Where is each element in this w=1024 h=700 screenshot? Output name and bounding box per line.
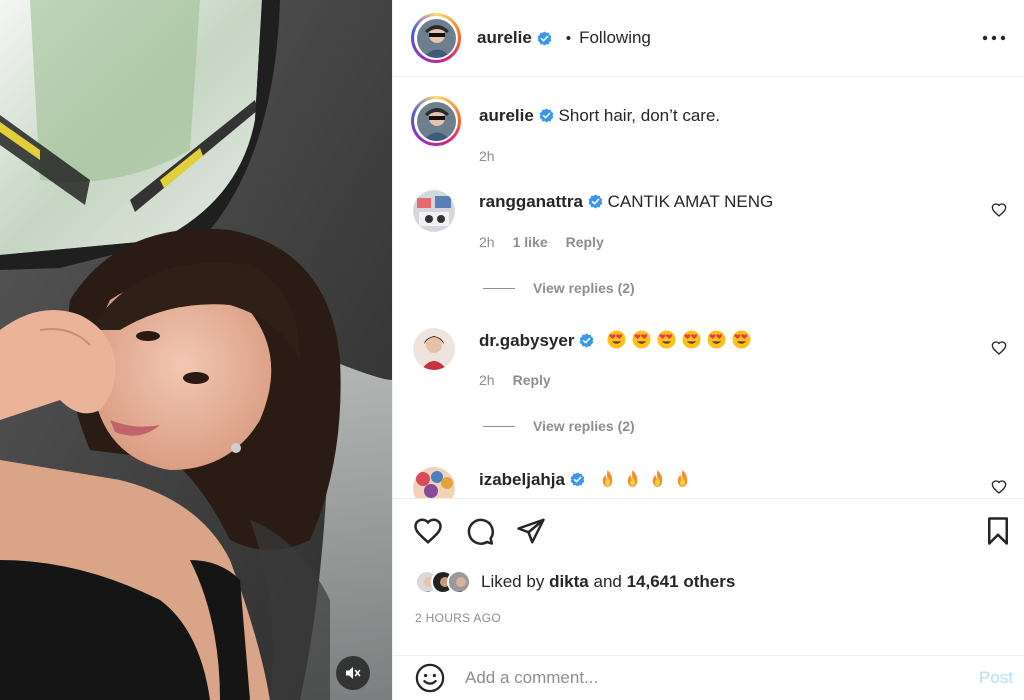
like-comment-heart-icon[interactable] <box>991 202 1007 218</box>
verified-badge-icon <box>570 472 585 487</box>
mute-button[interactable] <box>336 656 370 690</box>
heart-eyes-emoji <box>682 330 701 349</box>
comment-input[interactable] <box>465 668 945 688</box>
view-replies-label: View replies (2) <box>533 418 635 434</box>
likes-text: Liked by dikta and 14,641 others <box>481 572 735 592</box>
comment-emoji-text <box>607 330 751 349</box>
liker-avatar <box>447 570 471 594</box>
caption-username[interactable]: aurelie <box>479 106 534 125</box>
post-header: aurelie • Following <box>393 0 1024 77</box>
comment-text: CANTIK AMAT NENG <box>607 192 774 211</box>
commenter-avatar-image <box>413 328 455 370</box>
reply-button[interactable]: Reply <box>566 234 604 250</box>
heart-eyes-emoji <box>632 330 651 349</box>
add-comment-bar: Post <box>393 655 1024 700</box>
view-replies-line <box>483 287 515 289</box>
caption-avatar-image <box>416 101 456 141</box>
likes-prefix: Liked by <box>481 572 545 591</box>
commenter-username[interactable]: rangganattra <box>479 192 583 211</box>
author-username[interactable]: aurelie <box>477 28 532 48</box>
like-comment-heart-icon[interactable] <box>991 340 1007 356</box>
comment-time: 2h <box>479 372 495 388</box>
likes-others-count[interactable]: 14,641 others <box>627 572 736 591</box>
view-replies-label: View replies (2) <box>533 280 635 296</box>
save-bookmark-icon[interactable] <box>983 516 1013 546</box>
following-button[interactable]: Following <box>579 28 651 48</box>
likes-summary[interactable]: Liked by dikta and 14,641 others <box>415 570 735 594</box>
commenter-username[interactable]: dr.gabysyer <box>479 331 574 350</box>
comment-time: 2h <box>479 234 495 250</box>
author-avatar-image <box>416 18 456 58</box>
post-caption: aurelie Short hair, don’t care. 2h <box>411 96 720 164</box>
heart-eyes-emoji <box>657 330 676 349</box>
liker-username[interactable]: dikta <box>549 572 589 591</box>
fire-emoji <box>677 469 687 488</box>
view-replies-button[interactable]: View replies (2) <box>483 418 635 434</box>
post-comment-button[interactable]: Post <box>979 668 1013 688</box>
commenter-avatar-image <box>413 190 455 232</box>
fire-emoji <box>602 469 612 488</box>
commenter-avatar-image <box>413 467 455 498</box>
post-timestamp: 2 HOURS AGO <box>415 611 501 625</box>
more-options-icon[interactable] <box>981 26 1007 50</box>
share-paper-plane-icon[interactable] <box>516 516 546 546</box>
post-actions: Liked by dikta and 14,641 others 2 HOURS… <box>393 498 1024 660</box>
likes-conjunction: and <box>593 572 622 591</box>
like-heart-icon[interactable] <box>413 516 443 546</box>
verified-badge-icon <box>580 333 594 348</box>
caption-text: Short hair, don’t care. <box>558 106 721 125</box>
view-replies-line <box>483 425 515 427</box>
comment-bubble-icon[interactable] <box>465 516 495 546</box>
heart-eyes-emoji <box>732 330 751 349</box>
verified-badge-icon <box>537 30 552 46</box>
commenter-avatar[interactable] <box>413 328 455 370</box>
heart-eyes-emoji <box>607 330 626 349</box>
header-separator: • <box>565 29 572 47</box>
fire-emoji <box>627 469 637 488</box>
caption-author-avatar[interactable] <box>411 96 461 146</box>
commenter-avatar[interactable] <box>413 190 455 232</box>
view-replies-button[interactable]: View replies (2) <box>483 280 635 296</box>
verified-badge-icon <box>539 108 554 123</box>
author-avatar[interactable] <box>411 13 461 63</box>
fire-emoji <box>652 469 662 488</box>
post-details-panel: aurelie • Following aurelie Short hair, … <box>392 0 1024 700</box>
post-media[interactable] <box>0 0 392 700</box>
comment-likes-count[interactable]: 1 like <box>513 234 548 250</box>
heart-eyes-emoji <box>707 330 726 349</box>
speaker-muted-icon <box>346 667 361 679</box>
commenter-avatar[interactable] <box>413 467 455 498</box>
emoji-smiley-icon[interactable] <box>415 663 445 693</box>
commenter-username[interactable]: izabeljahja <box>479 470 565 489</box>
post-video-frame <box>0 0 392 700</box>
verified-badge-icon <box>588 194 603 209</box>
like-comment-heart-icon[interactable] <box>991 479 1007 495</box>
comment-emoji-text <box>598 469 692 488</box>
comments-list[interactable]: aurelie Short hair, don’t care. 2h rangg… <box>393 78 1024 498</box>
reply-button[interactable]: Reply <box>513 372 551 388</box>
caption-time: 2h <box>479 148 495 164</box>
